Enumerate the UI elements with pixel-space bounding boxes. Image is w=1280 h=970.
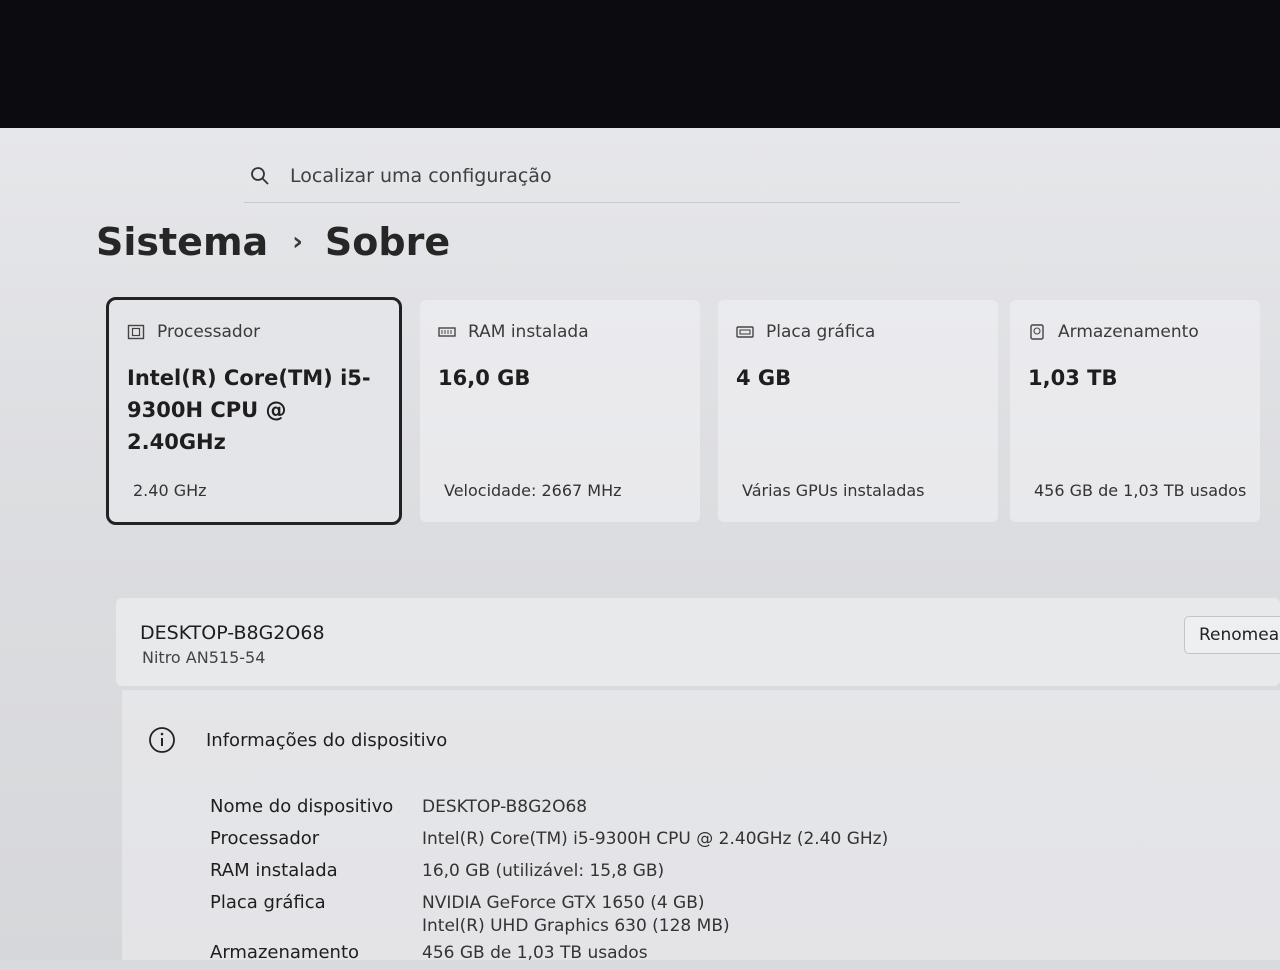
spec-value: NVIDIA GeForce GTX 1650 (4 GB) bbox=[422, 893, 705, 913]
spec-card-ram[interactable]: RAM instalada 16,0 GB Velocidade: 2667 M… bbox=[420, 300, 700, 522]
spec-value: Intel(R) Core(TM) i5-9300H CPU @ 2.40GHz… bbox=[422, 829, 889, 849]
spec-card-title: Processador bbox=[157, 322, 261, 342]
device-model: Nitro AN515-54 bbox=[142, 648, 266, 667]
spec-row: Placa gráfica NVIDIA GeForce GTX 1650 (4… bbox=[210, 888, 990, 938]
device-info-header[interactable]: Informações do dispositivo bbox=[148, 726, 447, 754]
storage-icon bbox=[1030, 324, 1044, 340]
spec-card-storage[interactable]: Armazenamento 1,03 TB 456 GB de 1,03 TB … bbox=[1010, 300, 1260, 522]
spec-row: RAM instalada 16,0 GB (utilizável: 15,8 … bbox=[210, 856, 990, 888]
search-box[interactable]: Localizar uma configuração bbox=[244, 150, 960, 203]
spec-label: Nome do dispositivo bbox=[210, 796, 394, 817]
spec-row: Processador Intel(R) Core(TM) i5-9300H C… bbox=[210, 824, 990, 856]
spec-card-title: Placa gráfica bbox=[766, 322, 876, 342]
info-icon bbox=[149, 727, 175, 753]
search-icon bbox=[251, 167, 269, 185]
spec-card-title: Armazenamento bbox=[1058, 322, 1199, 342]
spec-card-detail: 2.40 GHz bbox=[133, 481, 207, 500]
spec-label: RAM instalada bbox=[210, 860, 338, 881]
spec-value: Intel(R) UHD Graphics 630 (128 MB) bbox=[422, 916, 730, 936]
device-info-title: Informações do dispositivo bbox=[206, 729, 448, 751]
chevron-right-icon: › bbox=[292, 227, 303, 257]
spec-card-value: 16,0 GB bbox=[438, 366, 531, 390]
spec-value: DESKTOP-B8G2O68 bbox=[422, 797, 588, 817]
page-title: Sobre bbox=[324, 220, 451, 264]
search-input[interactable]: Localizar uma configuração bbox=[290, 165, 552, 187]
spec-card-value: Intel(R) Core(TM) i5-9300H CPU @ 2.40GHz bbox=[127, 366, 371, 454]
spec-card-value: 1,03 TB bbox=[1028, 366, 1118, 390]
gpu-icon bbox=[736, 326, 754, 338]
spec-card-value: 4 GB bbox=[736, 366, 792, 390]
device-name: DESKTOP-B8G2O68 bbox=[140, 622, 325, 644]
breadcrumb-parent[interactable]: Sistema bbox=[96, 220, 268, 264]
spec-row: Armazenamento 456 GB de 1,03 TB usados bbox=[210, 938, 990, 970]
spec-label: Processador bbox=[210, 828, 320, 849]
spec-card-title: RAM instalada bbox=[468, 322, 589, 342]
device-spec-table: Nome do dispositivo DESKTOP-B8G2O68 Proc… bbox=[210, 792, 990, 970]
spec-card-detail: Velocidade: 2667 MHz bbox=[444, 481, 622, 500]
ram-icon bbox=[438, 327, 456, 337]
spec-label: Placa gráfica bbox=[210, 892, 326, 913]
spec-row: Nome do dispositivo DESKTOP-B8G2O68 bbox=[210, 792, 990, 824]
spec-value: 16,0 GB (utilizável: 15,8 GB) bbox=[422, 861, 665, 881]
spec-card-gpu[interactable]: Placa gráfica 4 GB Várias GPUs instalada… bbox=[718, 300, 998, 522]
processor-icon bbox=[127, 324, 145, 340]
spec-value: 456 GB de 1,03 TB usados bbox=[422, 943, 648, 963]
breadcrumb: Sistema › Sobre bbox=[96, 220, 450, 264]
spec-label: Armazenamento bbox=[210, 942, 360, 963]
device-name-card: DESKTOP-B8G2O68 Nitro AN515-54 bbox=[116, 598, 1280, 686]
rename-button[interactable]: Renomear bbox=[1184, 616, 1280, 654]
spec-card-detail: Várias GPUs instaladas bbox=[742, 481, 925, 500]
spec-card-processor[interactable]: Processador Intel(R) Core(TM) i5-9300H C… bbox=[106, 297, 402, 525]
spec-card-detail: 456 GB de 1,03 TB usados bbox=[1034, 481, 1247, 500]
spec-value-group: NVIDIA GeForce GTX 1650 (4 GB) Intel(R) … bbox=[422, 888, 730, 938]
